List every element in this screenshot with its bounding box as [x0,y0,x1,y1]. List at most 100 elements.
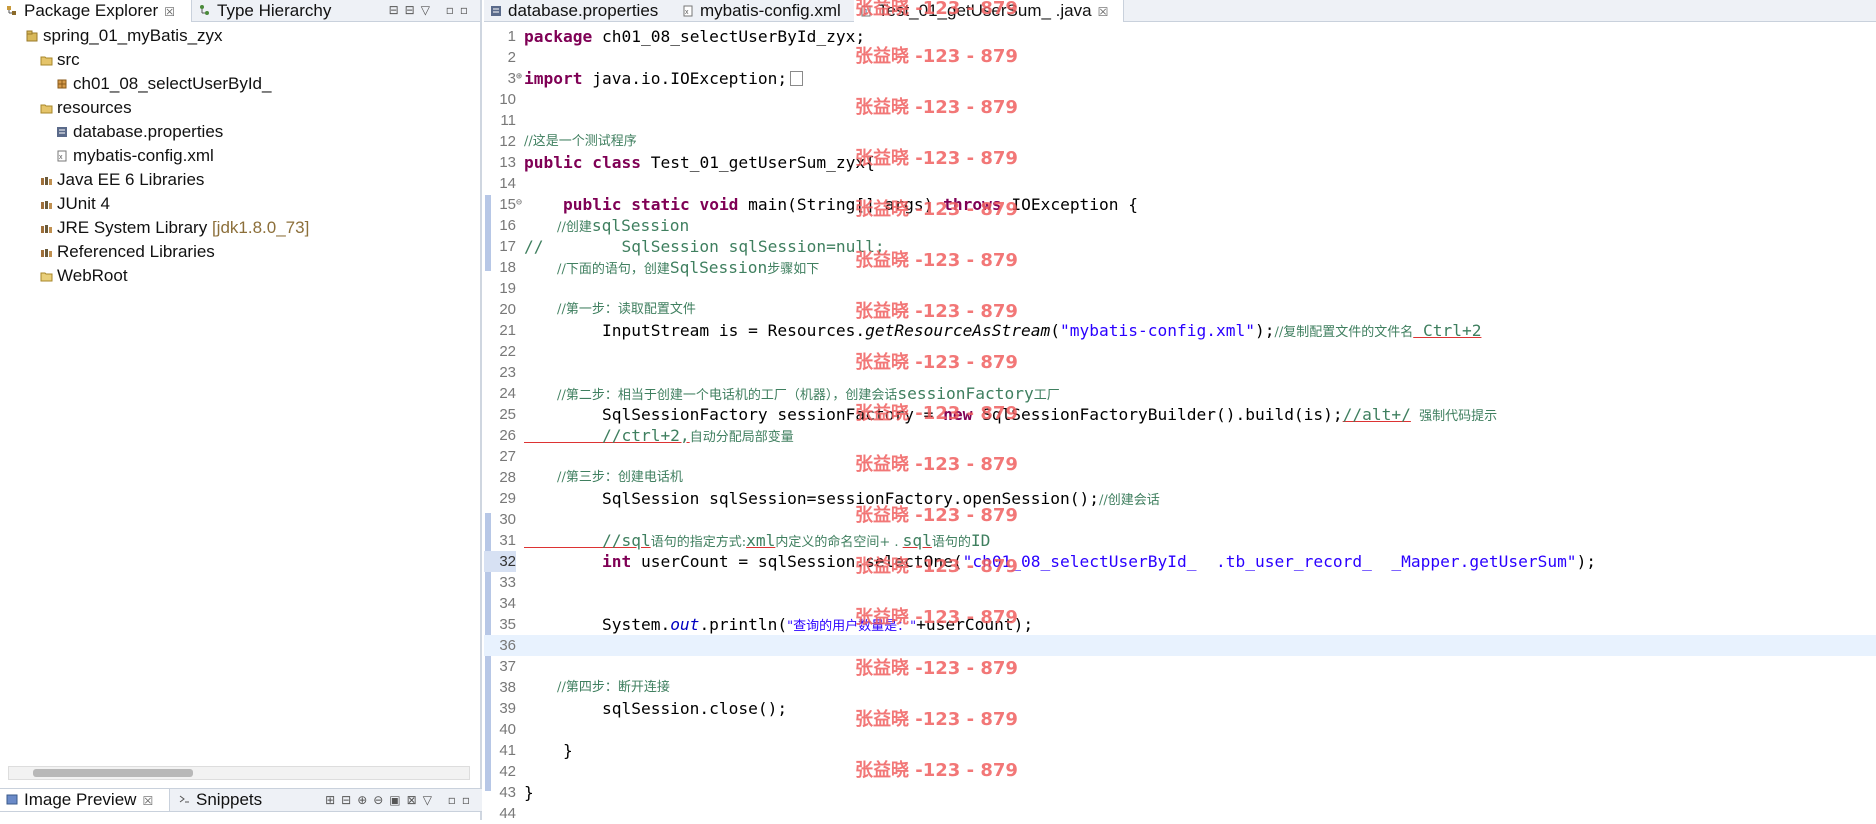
code-line: 29 SqlSession sqlSession=sessionFactory.… [484,488,1876,509]
watermark: 张益晓 -123 - 879 [855,352,1018,373]
tab-mybatis-config[interactable]: x mybatis-config.xml [676,0,852,22]
class-name: Test_01_getUserSum_zyx{ [640,153,875,172]
comment: //创建 [524,220,592,235]
folded-code-icon[interactable] [790,71,804,86]
current-code-line[interactable]: 36 [484,635,1876,656]
line-number: 42 [499,763,516,780]
code-text: SqlSessionFactoryBuilder().build(is); [972,405,1343,424]
code-line: 14 [484,173,1876,194]
tree-item-database-properties[interactable]: database.properties [56,120,223,144]
comment: 强制代码提示 [1410,409,1498,424]
tree-item-version: [jdk1.8.0_73] [211,218,310,237]
keyword: static [621,195,690,214]
watermark: 张益晓 -123 - 879 [855,505,1018,526]
close-icon[interactable]: ☒ [1098,5,1109,19]
tab-snippets[interactable]: Snippets [172,789,272,811]
watermark: 张益晓 -123 - 879 [855,607,1018,628]
view-toolbar-buttons[interactable]: ⊞⊟⊕⊖▣⊠▽ ▫▫ [325,793,476,807]
close-icon[interactable]: ☒ [164,5,175,19]
comment: //下面的语句，创建 [524,262,670,277]
line-number: 39 [499,700,516,717]
watermark: 张益晓 -123 - 879 [855,148,1018,169]
code-line: 38 //第四步：断开连接 [484,677,1876,698]
properties-file-icon [57,127,67,137]
source-folder-icon [40,56,53,66]
code-line: 19 [484,278,1876,299]
line-number: 35 [499,616,516,633]
tree-item-mybatis-config[interactable]: x mybatis-config.xml [56,144,214,168]
line-number: 14 [499,175,516,192]
comment: //复制配置文件的文件名 [1274,325,1414,340]
comment: //创建会话 [1099,493,1160,508]
comment: // SqlSession sqlSession=null; [524,237,885,256]
line-number: 34 [499,595,516,612]
code-line: 44 [484,803,1876,824]
code-line: 28 //第三步：创建电话机 [484,467,1876,488]
tree-item-project[interactable]: spring_01_myBatis_zyx [26,24,223,48]
comment: 步骤如下 [767,262,820,277]
tree-item-jre-library[interactable]: JRE System Library [jdk1.8.0_73] [40,216,309,240]
code-line: 31 //sql语句的指定方式:xml内定义的命名空间+ . sql语句的ID [484,530,1876,551]
close-icon[interactable]: ☒ [142,794,153,808]
code-text: ( [1050,321,1061,340]
comment: 语句的指定方式: [650,535,747,550]
code-line: 3 ⊕ import java.io.IOException; [484,68,1876,89]
view-menu-buttons[interactable]: ⊟⊟▽ ▫▫ [389,3,474,17]
tab-database-properties[interactable]: database.properties [484,0,674,22]
code-line: 43} [484,782,1876,803]
line-number: 17 [499,238,516,255]
comment: xml [746,531,776,550]
tree-item-webroot[interactable]: WebRoot [40,264,128,288]
code-line: 2 [484,47,1876,68]
tree-item-javaee-libraries[interactable]: Java EE 6 Libraries [40,168,204,192]
tab-type-hierarchy[interactable]: Type Hierarchy [193,0,333,22]
xml-file-icon: x [683,5,693,17]
fold-expand-icon[interactable]: ⊕ [516,66,522,87]
line-number: 16 [499,217,516,234]
type-hierarchy-icon [200,5,209,15]
line-number: 41 [499,742,516,759]
code-text: } [524,783,534,802]
tree-item-referenced-libraries[interactable]: Referenced Libraries [40,240,215,264]
code-line: 35 System.out.println("查询的用户数量是："+userCo… [484,614,1876,635]
tree-item-label: mybatis-config.xml [73,146,214,165]
line-number: 31 [499,532,516,549]
code-text: ); [1576,552,1597,571]
editor-tab-bar: database.properties x mybatis-config.xml… [484,0,1876,22]
exception-type: IOException { [1001,195,1139,214]
code-line: 33 [484,572,1876,593]
tab-image-preview[interactable]: Image Preview ☒ [0,789,170,811]
watermark: 张益晓 -123 - 879 [855,658,1018,679]
comment: 自动分配局部变量 [689,430,794,445]
line-number: 23 [499,364,516,381]
tree-item-src[interactable]: src [40,48,80,72]
tab-label: Type Hierarchy [217,1,332,20]
comment: 工厂 [1033,388,1060,403]
code-line: 10 [484,89,1876,110]
line-number: 21 [499,322,516,339]
tree-item-resources[interactable]: resources [40,96,132,120]
watermark: 张益晓 -123 - 879 [855,46,1018,67]
code-line: 30 [484,509,1876,530]
tab-package-explorer[interactable]: Package Explorer ☒ [0,0,192,22]
fold-collapse-icon[interactable]: ⊖ [516,192,522,213]
code-line: 21 InputStream is = Resources.getResourc… [484,320,1876,341]
field-reference: out [670,615,700,634]
code-line: 41 } [484,740,1876,761]
comment: //alt+/ [1342,405,1411,424]
code-line: 42 [484,761,1876,782]
scrollbar-thumb[interactable] [33,769,193,777]
tab-label: Image Preview [24,790,137,809]
tree-item-junit[interactable]: JUnit 4 [40,192,110,216]
line-number: 36 [499,637,516,654]
code-line: 40 [484,719,1876,740]
code-line: 37 [484,656,1876,677]
code-line: 27 [484,446,1876,467]
code-text: } [524,741,573,760]
horizontal-scrollbar[interactable] [8,766,470,780]
line-number: 10 [499,91,516,108]
tree-item-package[interactable]: ch01_08_selectUserById_ [56,72,271,96]
svg-text:x: x [685,9,689,16]
watermark: 张益晓 -123 - 879 [855,0,1018,19]
